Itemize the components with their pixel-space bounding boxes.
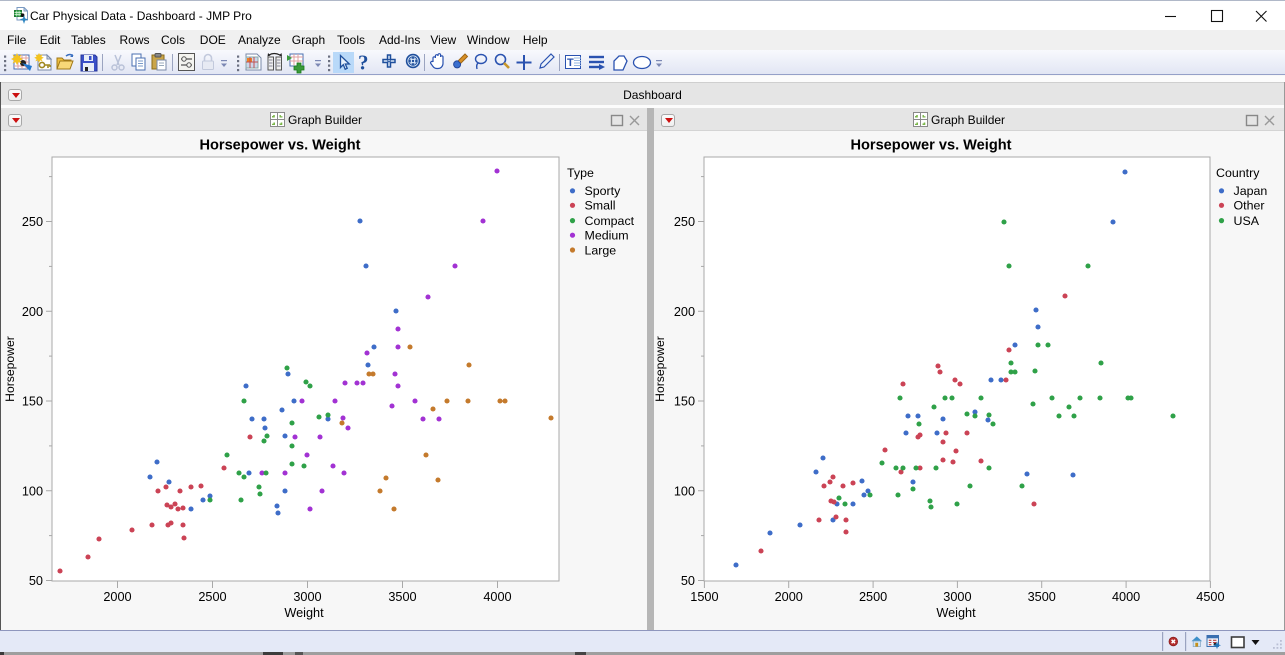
svg-text:3500: 3500 [1028, 590, 1056, 604]
svg-text:Weight: Weight [936, 606, 976, 620]
svg-text:200: 200 [674, 305, 695, 319]
svg-text:250: 250 [674, 215, 695, 229]
svg-text:USA: USA [1234, 214, 1260, 228]
svg-text:2500: 2500 [859, 590, 887, 604]
svg-text:T: T [567, 57, 574, 69]
svg-text:Compact: Compact [585, 214, 635, 228]
svg-text:3500: 3500 [388, 590, 416, 604]
svg-text:2000: 2000 [103, 590, 131, 604]
svg-text:4000: 4000 [483, 590, 511, 604]
svg-text:Medium: Medium [585, 229, 629, 243]
svg-text:1500: 1500 [690, 590, 718, 604]
svg-text:Small: Small [585, 199, 616, 213]
svg-text:Weight: Weight [284, 606, 324, 620]
svg-text:3000: 3000 [293, 590, 321, 604]
svg-text:200: 200 [22, 305, 43, 319]
svg-text:Horsepower: Horsepower [654, 336, 667, 402]
svg-text:2500: 2500 [198, 590, 226, 604]
svg-text:Sporty: Sporty [585, 184, 622, 198]
svg-text:50: 50 [681, 574, 695, 588]
svg-text:Horsepower vs. Weight: Horsepower vs. Weight [850, 138, 1011, 154]
svg-text:4000: 4000 [1112, 590, 1140, 604]
svg-text:?: ? [358, 51, 369, 75]
svg-text:Horsepower: Horsepower [3, 336, 17, 402]
svg-text:4500: 4500 [1196, 590, 1224, 604]
svg-text:Type: Type [567, 166, 594, 180]
svg-text:100: 100 [674, 484, 695, 498]
svg-text:150: 150 [674, 395, 695, 409]
svg-text:Large: Large [585, 243, 617, 257]
svg-text:50: 50 [29, 574, 43, 588]
svg-text:150: 150 [22, 395, 43, 409]
svg-text:100: 100 [22, 484, 43, 498]
svg-text:Country: Country [1216, 166, 1260, 180]
svg-text:2000: 2000 [775, 590, 803, 604]
svg-text:3000: 3000 [943, 590, 971, 604]
svg-text:Other: Other [1234, 199, 1265, 213]
svg-text:Japan: Japan [1234, 184, 1268, 198]
svg-text:250: 250 [22, 215, 43, 229]
svg-text:Horsepower vs. Weight: Horsepower vs. Weight [199, 138, 360, 154]
